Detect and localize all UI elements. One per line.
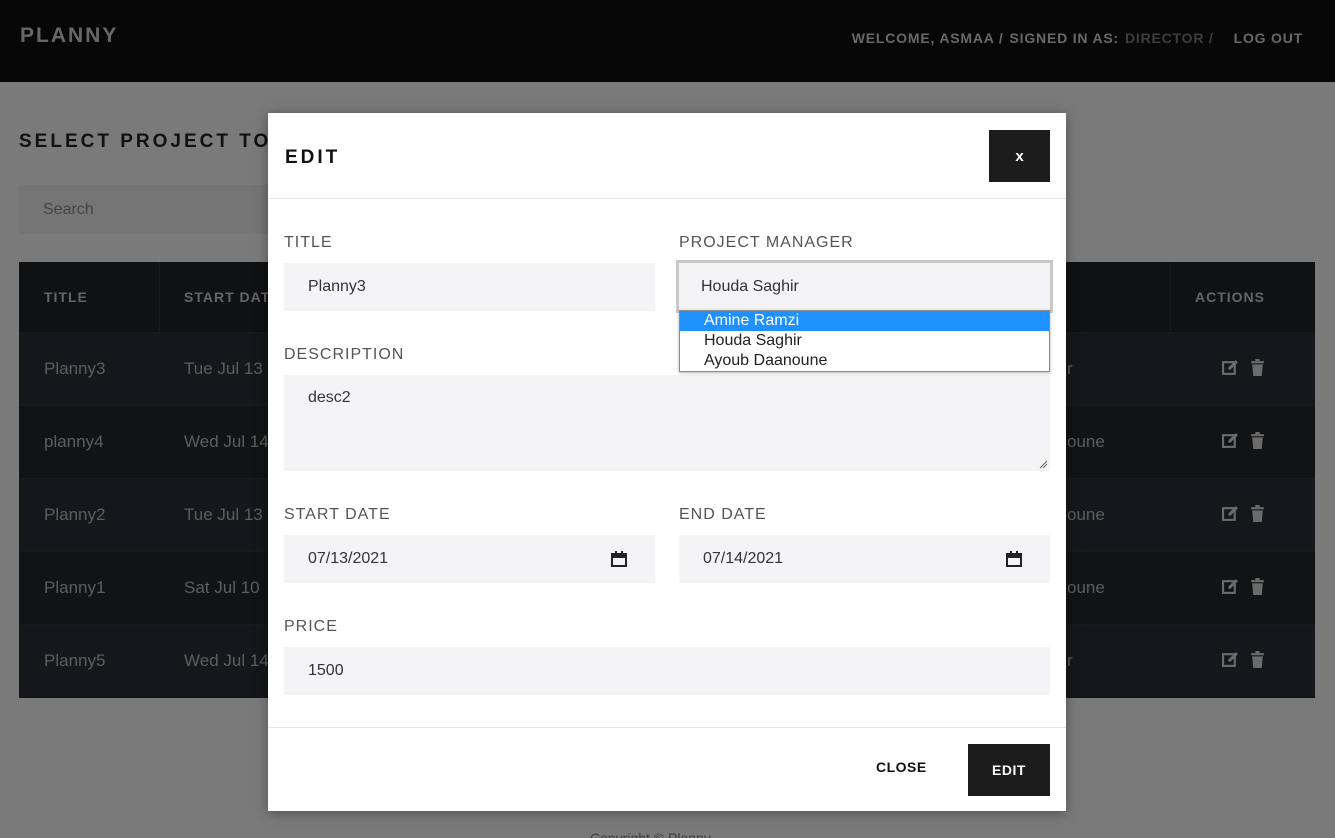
price-input[interactable]: 1500 (284, 647, 1050, 695)
description-text: desc2 (308, 389, 351, 406)
end-date-label: END DATE (679, 506, 767, 523)
close-button[interactable]: CLOSE (876, 759, 927, 775)
description-textarea[interactable]: desc2 (284, 375, 1050, 471)
description-label: DESCRIPTION (284, 346, 405, 363)
resize-handle-icon[interactable] (1038, 459, 1048, 469)
calendar-icon[interactable] (1006, 551, 1022, 567)
start-date-label: START DATE (284, 506, 391, 523)
project-manager-select[interactable]: Houda Saghir (676, 260, 1053, 313)
modal-header-divider (268, 198, 1066, 199)
edit-submit-button[interactable]: EDIT (968, 744, 1050, 796)
start-date-value: 07/13/2021 (308, 550, 389, 567)
calendar-icon[interactable] (611, 551, 627, 567)
dropdown-option[interactable]: Houda Saghir (680, 331, 1049, 351)
modal-close-x-button[interactable]: x (989, 130, 1050, 182)
modal-title: EDIT (285, 147, 341, 168)
price-label: PRICE (284, 618, 338, 635)
title-input[interactable]: Planny3 (284, 263, 655, 311)
start-date-input[interactable]: 07/13/2021 (284, 535, 655, 583)
project-manager-dropdown: Amine Ramzi Houda Saghir Ayoub Daanoune (679, 310, 1050, 372)
title-label: TITLE (284, 234, 333, 251)
end-date-value: 07/14/2021 (703, 550, 784, 567)
dropdown-option[interactable]: Ayoub Daanoune (680, 351, 1049, 371)
project-manager-label: PROJECT MANAGER (679, 234, 854, 251)
end-date-input[interactable]: 07/14/2021 (679, 535, 1050, 583)
modal-footer-divider (268, 727, 1066, 728)
dropdown-option[interactable]: Amine Ramzi (680, 311, 1049, 331)
edit-project-modal: EDIT x TITLE Planny3 PROJECT MANAGER Hou… (268, 113, 1066, 811)
